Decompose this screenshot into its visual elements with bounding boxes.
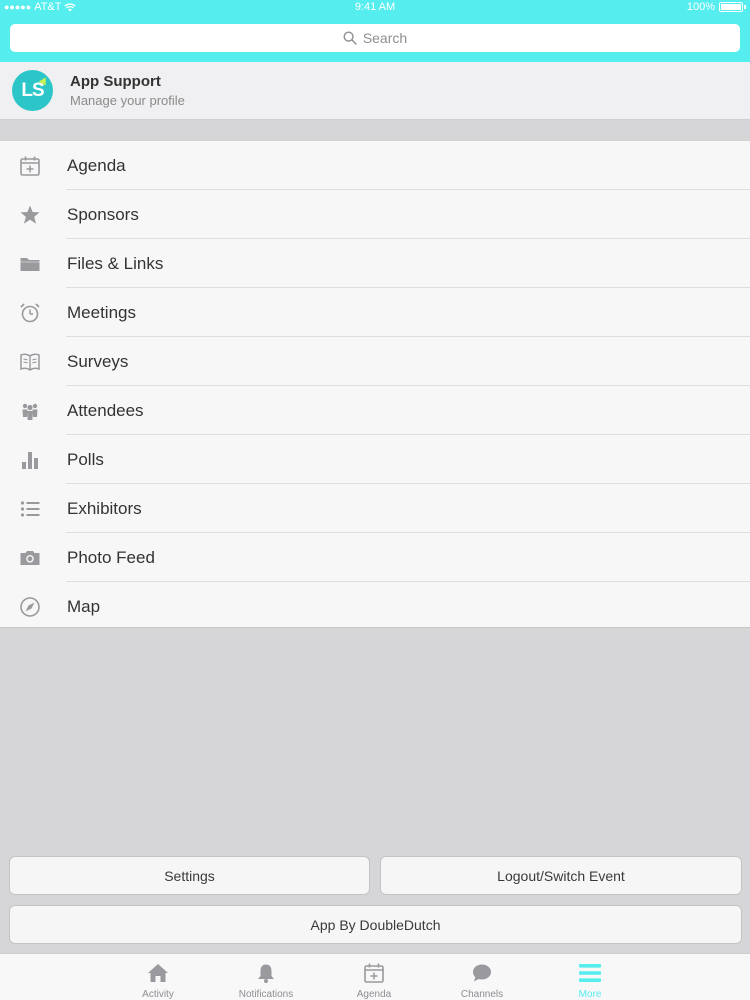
menu-item-label: Photo Feed xyxy=(67,548,155,567)
chat-bubble-icon xyxy=(470,961,494,985)
status-bar: ●●●●● AT&T 9:41 AM 100% xyxy=(0,0,750,16)
tab-label: Channels xyxy=(460,989,504,1000)
bar-chart-icon xyxy=(18,448,42,472)
more-menu-list: Agenda Sponsors Files & Links Meetings S… xyxy=(0,140,750,628)
calendar-plus-icon xyxy=(362,961,386,985)
menu-item-meetings[interactable]: Meetings xyxy=(0,288,750,337)
menu-item-files-links[interactable]: Files & Links xyxy=(0,239,750,288)
menu-item-label: Map xyxy=(67,597,101,616)
tab-bar: Activity Notifications Agenda Channels M… xyxy=(0,953,750,1000)
logout-switch-event-button[interactable]: Logout/Switch Event xyxy=(380,856,742,895)
menu-item-sponsors[interactable]: Sponsors xyxy=(0,190,750,239)
top-bar: ●●●●● AT&T 9:41 AM 100% Search xyxy=(0,0,750,62)
menu-item-polls[interactable]: Polls xyxy=(0,435,750,484)
profile-name: App Support xyxy=(70,73,161,90)
star-icon xyxy=(18,203,42,227)
menu-item-attendees[interactable]: Attendees xyxy=(0,386,750,435)
menu-item-label: Exhibitors xyxy=(67,499,142,518)
settings-button[interactable]: Settings xyxy=(9,856,370,895)
app-by-doubledutch-button[interactable]: App By DoubleDutch xyxy=(9,905,742,944)
alarm-clock-icon xyxy=(18,301,42,325)
search-placeholder: Search xyxy=(362,30,408,46)
menu-item-label: Polls xyxy=(67,450,104,469)
calendar-plus-icon xyxy=(18,154,42,178)
profile-row[interactable]: LS App Support Manage your profile xyxy=(0,62,750,120)
tab-notifications[interactable]: Notifications xyxy=(221,954,311,1000)
menu-item-label: Agenda xyxy=(67,156,126,175)
status-right: 100% xyxy=(687,1,746,13)
tab-label: Activity xyxy=(142,989,174,1000)
profile-subtitle: Manage your profile xyxy=(70,93,185,108)
menu-item-label: Sponsors xyxy=(67,205,139,224)
compass-icon xyxy=(18,595,42,619)
tab-channels[interactable]: Channels xyxy=(437,954,527,1000)
battery-icon xyxy=(719,2,743,12)
battery-nub xyxy=(744,5,746,9)
tab-activity[interactable]: Activity xyxy=(113,954,203,1000)
menu-item-photo-feed[interactable]: Photo Feed xyxy=(0,533,750,582)
menu-item-label: Files & Links xyxy=(67,254,164,273)
tab-agenda[interactable]: Agenda xyxy=(329,954,419,1000)
menu-lines-icon xyxy=(578,961,602,985)
menu-item-label: Meetings xyxy=(67,303,136,322)
home-icon xyxy=(146,961,170,985)
list-icon xyxy=(18,497,42,521)
tab-label: Agenda xyxy=(356,989,392,1000)
battery-percent: 100% xyxy=(686,1,715,13)
bell-icon xyxy=(254,961,278,985)
menu-item-surveys[interactable]: Surveys xyxy=(0,337,750,386)
menu-item-agenda[interactable]: Agenda xyxy=(0,141,750,190)
tab-label: More xyxy=(578,989,602,1000)
tab-label: Notifications xyxy=(238,989,294,1000)
menu-item-exhibitors[interactable]: Exhibitors xyxy=(0,484,750,533)
open-book-icon xyxy=(18,350,42,374)
menu-item-label: Attendees xyxy=(67,401,144,420)
people-icon xyxy=(18,399,42,423)
search-icon xyxy=(343,31,357,45)
menu-item-label: Surveys xyxy=(67,352,129,371)
folder-icon xyxy=(18,252,42,276)
avatar: LS xyxy=(12,70,53,111)
tab-more[interactable]: More xyxy=(545,954,635,1000)
search-input[interactable]: Search xyxy=(10,24,740,52)
camera-icon xyxy=(18,546,42,570)
status-time: 9:41 AM xyxy=(354,1,396,13)
menu-item-map[interactable]: Map xyxy=(0,582,750,631)
